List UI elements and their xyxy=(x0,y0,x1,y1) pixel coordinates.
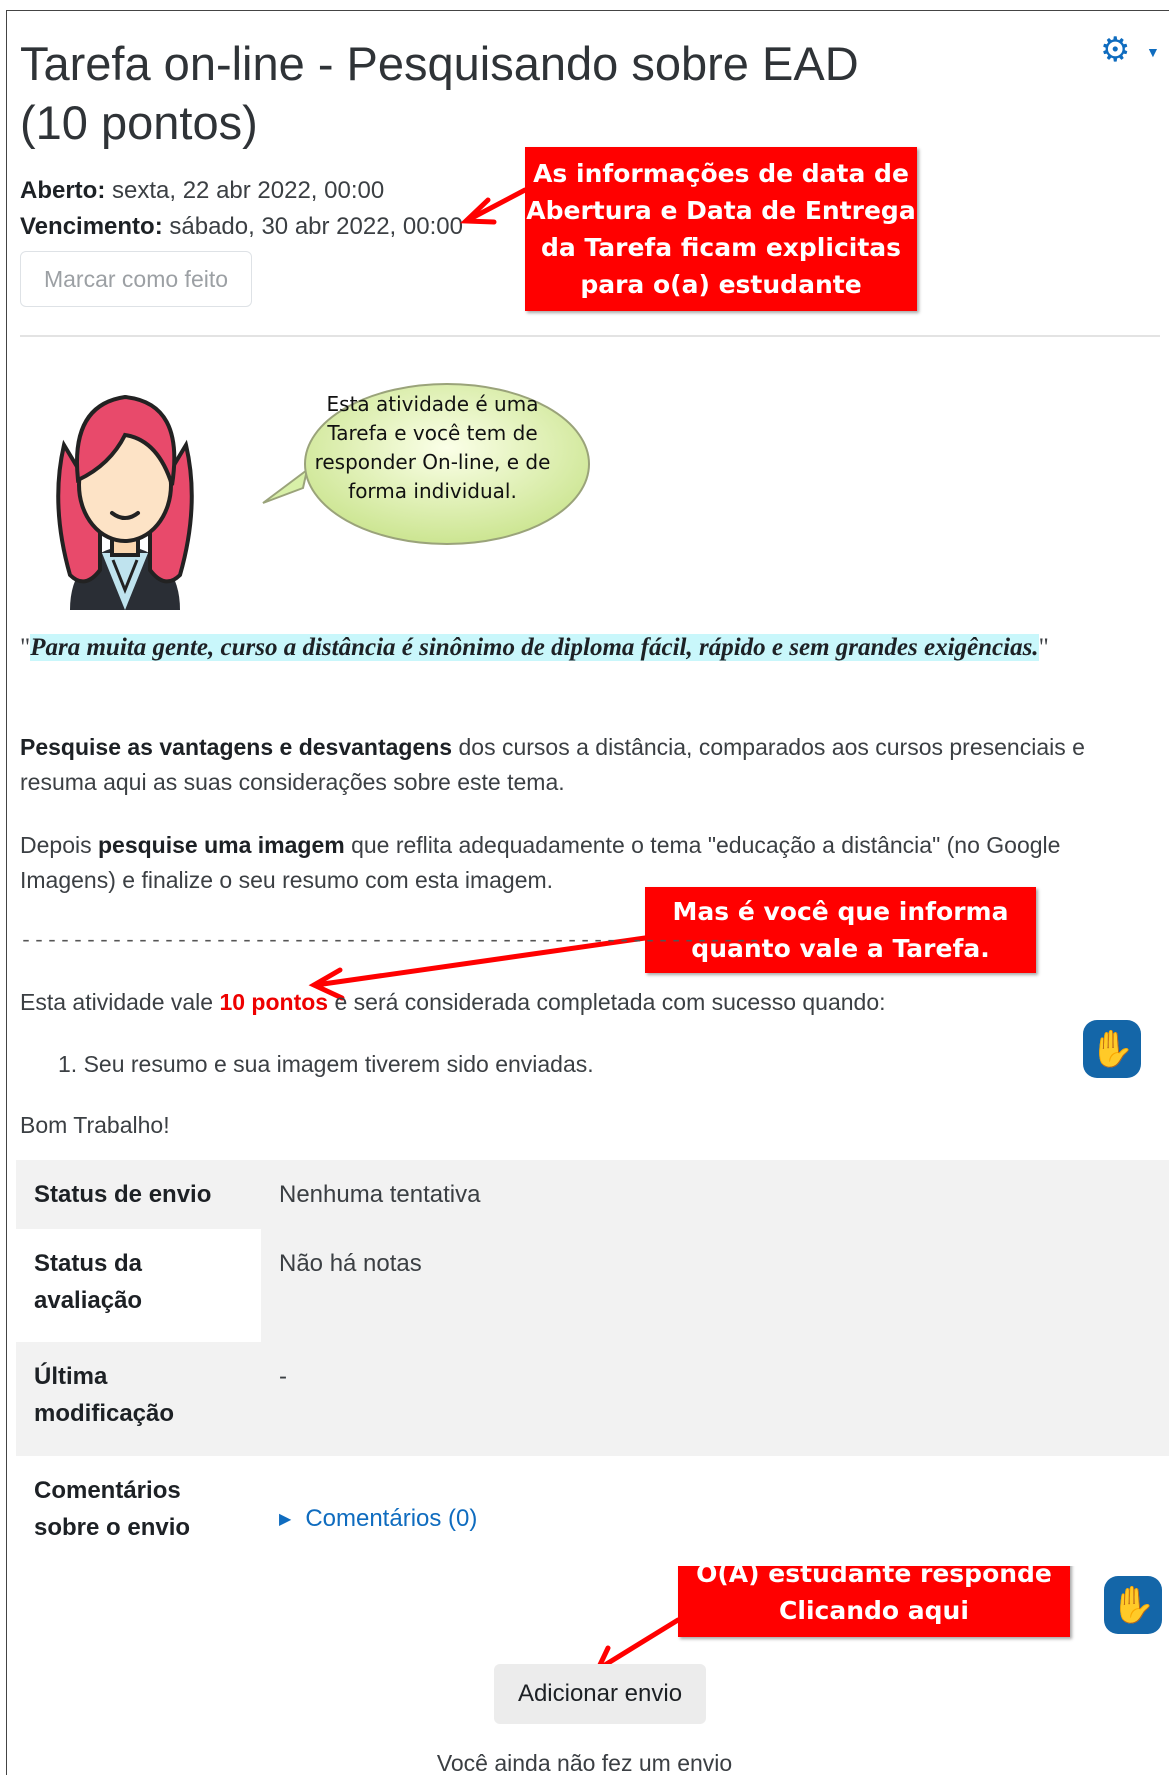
vlibras-icon[interactable]: ✋ xyxy=(1104,1576,1162,1634)
closing-text: Bom Trabalho! xyxy=(20,1112,170,1138)
dashed-separator: ----------------------------------------… xyxy=(20,930,762,953)
chevron-down-icon[interactable]: ▼ xyxy=(1146,44,1160,60)
table-row: Comentários sobre o envio ▶ Comentários (… xyxy=(16,1456,1169,1566)
instructions-paragraph-1: Pesquise as vantagens e desvantagens dos… xyxy=(20,734,1085,795)
dates-callout: As informações de data de Abertura e Dat… xyxy=(525,147,917,311)
submission-status-table: Status de envio Nenhuma tentativa Status… xyxy=(16,1160,1169,1566)
divider xyxy=(20,335,1160,337)
row-label: Última modificação xyxy=(16,1342,261,1456)
bubble-text: Esta atividade é uma Tarefa e você tem d… xyxy=(314,392,551,503)
comments-link[interactable]: Comentários (0) xyxy=(305,1505,477,1532)
add-submission-button[interactable]: Adicionar envio xyxy=(494,1664,706,1724)
points-paragraph: Esta atividade vale 10 pontos e será con… xyxy=(20,989,886,1015)
intro-quote: "Para muita gente, curso a distância é s… xyxy=(20,634,1049,661)
due-date: Vencimento: sábado, 30 abr 2022, 00:00 xyxy=(20,213,463,240)
table-row: Status da avaliação Não há notas xyxy=(16,1229,1169,1342)
activity-dates: Aberto: sexta, 22 abr 2022, 00:00 Vencim… xyxy=(20,173,463,245)
no-submission-note: Você ainda não fez um envio xyxy=(436,1750,733,1776)
table-row: Status de envio Nenhuma tentativa xyxy=(16,1160,1169,1229)
row-label: Status de envio xyxy=(16,1160,261,1229)
row-label: Status da avaliação xyxy=(16,1229,261,1342)
table-row: Última modificação - xyxy=(16,1342,1169,1456)
completion-criteria-item: 1. Seu resumo e sua imagem tiverem sido … xyxy=(58,1051,594,1077)
gear-icon[interactable]: ⚙ xyxy=(1100,30,1130,70)
points-value: 10 pontos xyxy=(219,989,329,1015)
vlibras-icon[interactable]: ✋ xyxy=(1083,1020,1141,1078)
page-title: Tarefa on-line - Pesquisando sobre EAD (… xyxy=(20,37,859,149)
row-value: Nenhuma tentativa xyxy=(261,1160,1169,1229)
instructions-paragraph-2: Depois pesquise uma imagem que reflita a… xyxy=(20,832,1061,893)
row-label: Comentários sobre o envio xyxy=(16,1456,261,1566)
row-value: ▶ Comentários (0) xyxy=(261,1456,1169,1566)
open-date: Aberto: sexta, 22 abr 2022, 00:00 xyxy=(20,177,385,204)
mark-done-button[interactable]: Marcar como feito xyxy=(20,251,252,307)
student-avatar xyxy=(56,394,194,610)
row-value: Não há notas xyxy=(261,1229,1169,1342)
caret-right-icon[interactable]: ▶ xyxy=(279,1511,291,1528)
row-value: - xyxy=(261,1342,1169,1456)
